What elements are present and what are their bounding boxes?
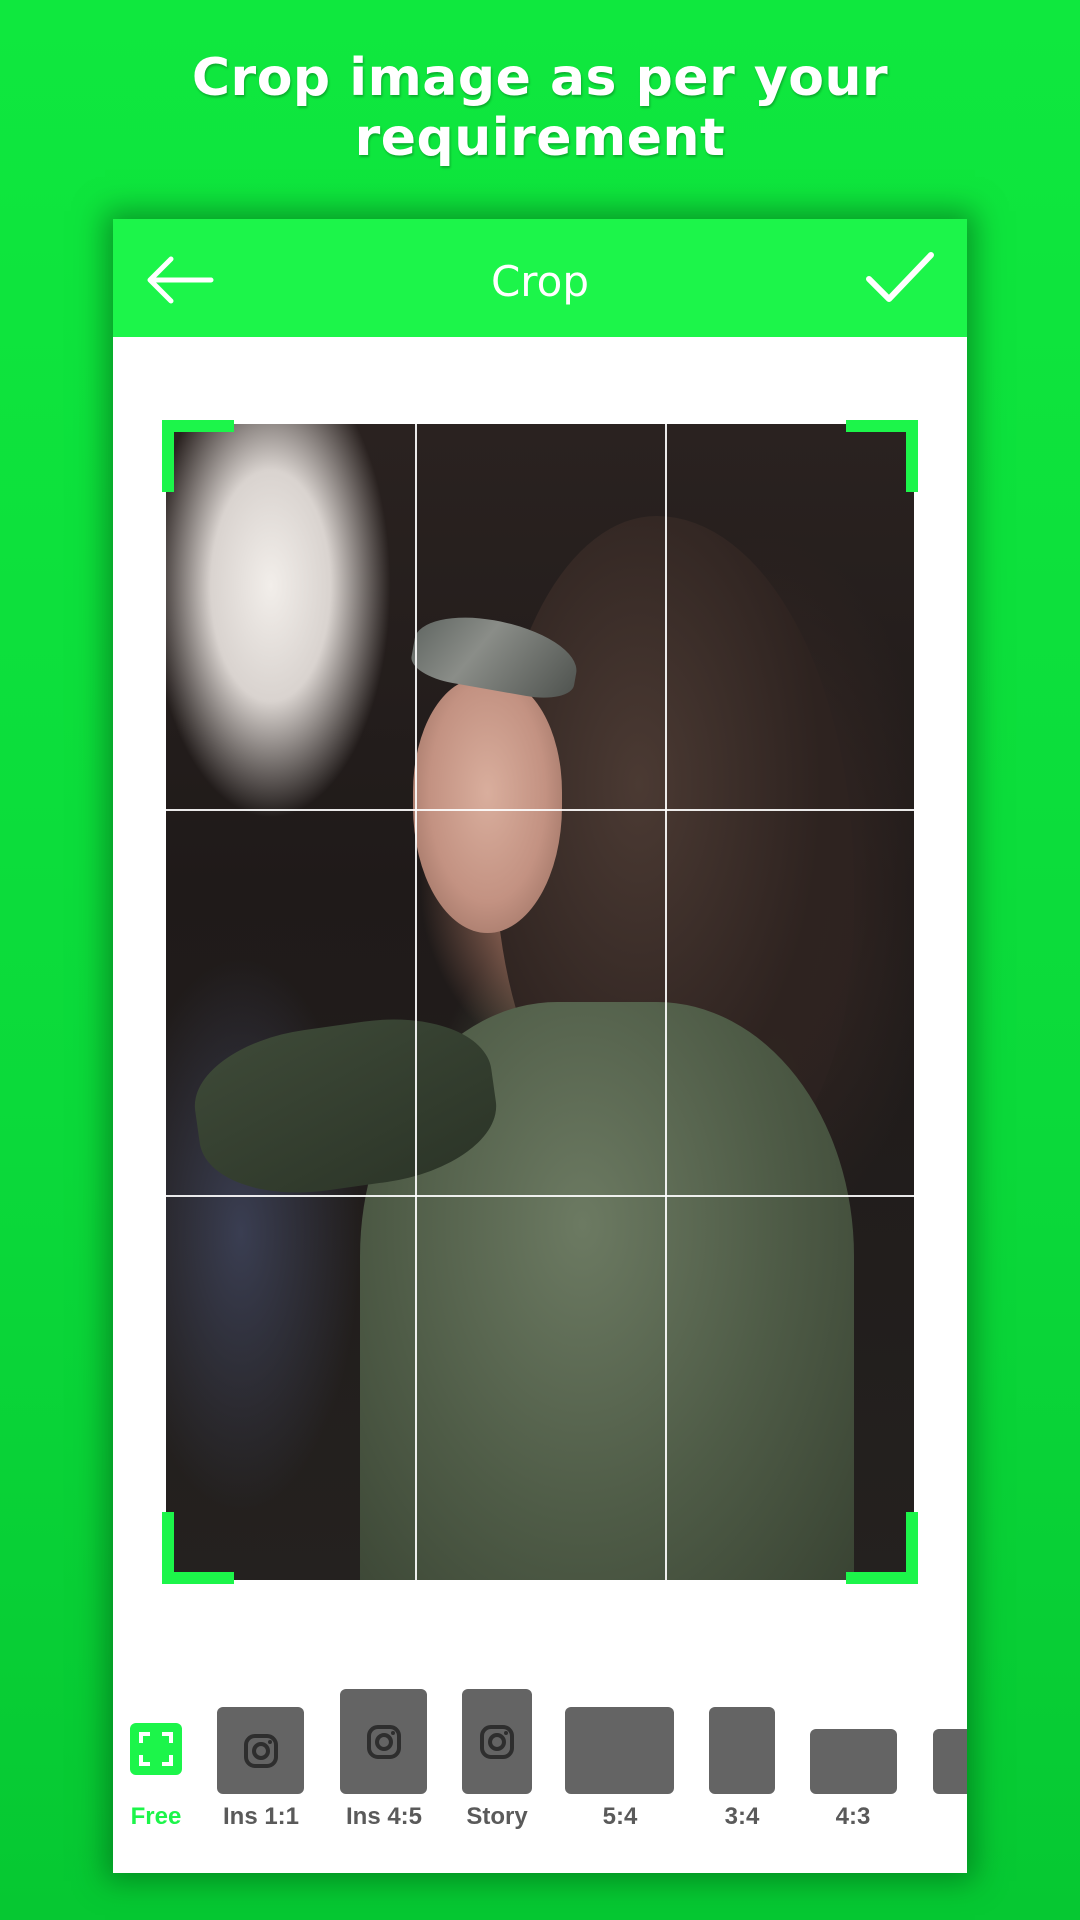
grid-line-vertical-1 — [415, 424, 418, 1580]
ratio-thumb — [217, 1707, 304, 1794]
instagram-icon — [480, 1724, 514, 1759]
checkmark-icon — [866, 252, 934, 302]
ratio-label: 5:4 — [602, 1803, 638, 1830]
crop-handle-top-left[interactable] — [162, 420, 234, 492]
ratio-thumb — [709, 1707, 775, 1794]
instagram-icon — [243, 1733, 278, 1768]
ratio-label: Story — [466, 1803, 528, 1830]
aspect-ratio-bar[interactable]: Free Ins 1:1 Ins 4:5 Story 5:4 3:4 4:3 — [113, 1659, 967, 1859]
confirm-button[interactable] — [865, 251, 935, 305]
phone-screen: Crop Free Ins 1:1 Ins 4:5 Story 5:4 3:4 … — [113, 219, 967, 1873]
ratio-thumb — [933, 1729, 967, 1794]
photo-face — [412, 678, 563, 933]
grid-line-horizontal-1 — [166, 809, 914, 812]
crop-handle-top-right[interactable] — [846, 420, 918, 492]
app-bar: Crop — [113, 219, 967, 337]
ratio-thumb — [565, 1707, 674, 1794]
photo — [166, 424, 914, 1580]
ratio-label: 4:3 — [835, 1803, 871, 1830]
instagram-icon — [366, 1724, 401, 1759]
ratio-label: Ins 1:1 — [222, 1803, 300, 1830]
crop-handle-bottom-right[interactable] — [846, 1512, 918, 1584]
grid-line-vertical-2 — [664, 424, 667, 1580]
screen-title: Crop — [490, 257, 590, 306]
crop-handle-bottom-left[interactable] — [162, 1512, 234, 1584]
ratio-thumb — [810, 1729, 897, 1794]
ratio-label: 3:4 — [724, 1803, 760, 1830]
ratio-label: Ins 4:5 — [345, 1803, 423, 1830]
promo-headline: Crop image as per your requirement — [191, 48, 889, 168]
ratio-thumb — [462, 1689, 532, 1794]
crop-area[interactable] — [162, 420, 918, 1584]
grid-line-horizontal-2 — [166, 1194, 914, 1197]
free-crop-icon — [130, 1723, 182, 1775]
ratio-thumb — [340, 1689, 427, 1794]
